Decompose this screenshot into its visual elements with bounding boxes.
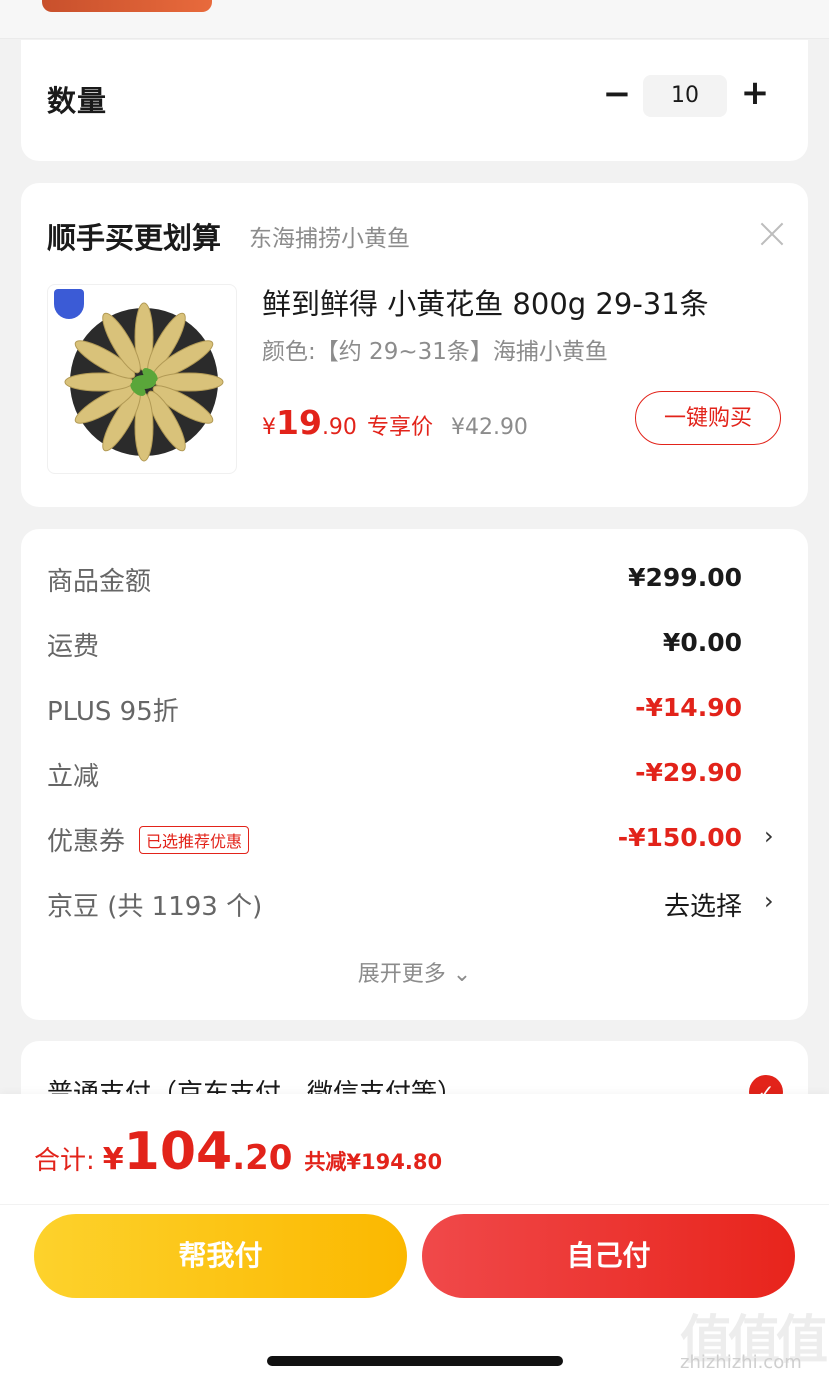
total-decimal: .20: [232, 1138, 293, 1178]
total-currency: ¥: [102, 1142, 124, 1177]
plus-discount-label: PLUS 95折: [47, 697, 179, 727]
jingdou-label: 京豆 (共 1193 个): [47, 892, 263, 922]
quantity-card: 数量 − 10 +: [21, 40, 808, 161]
previous-thumbnail: [42, 0, 212, 12]
quantity-plus-button[interactable]: +: [739, 70, 771, 116]
brand-badge-icon: [54, 289, 84, 319]
jingdou-select[interactable]: 去选择: [664, 886, 742, 923]
total-savings: 共减¥194.80: [304, 1150, 443, 1174]
subtotal-label: 商品金额: [47, 567, 152, 597]
instant-discount-value: -¥29.90: [635, 758, 742, 787]
home-indicator[interactable]: [267, 1356, 563, 1366]
total-label: 合计:: [34, 1146, 95, 1176]
price-integer: 19: [276, 403, 322, 442]
expand-more-button[interactable]: 展开更多 ⌄: [21, 956, 808, 988]
price-decimal: .90: [321, 415, 357, 440]
product-price: ¥19.90 专享价 ¥42.90: [262, 403, 528, 442]
price-tag: 专享价: [366, 415, 433, 440]
original-price: ¥42.90: [450, 415, 528, 440]
quantity-minus-button[interactable]: −: [601, 72, 633, 116]
help-me-pay-button[interactable]: 帮我付: [34, 1214, 407, 1298]
coupon-row[interactable]: 优惠券 已选推荐优惠: [47, 821, 250, 858]
recommendation-subtitle: 东海捕捞小黄鱼: [249, 226, 410, 252]
order-total: 合计: ¥104.20 共减¥194.80: [34, 1122, 442, 1182]
product-name[interactable]: 鲜到鲜得 小黄花鱼 800g 29-31条: [262, 281, 709, 323]
previous-section-peek: [0, 0, 829, 39]
checkout-bar: 合计: ¥104.20 共减¥194.80 帮我付 自己付 值值值 zhizhizh…: [0, 1094, 829, 1383]
total-integer: 104: [123, 1122, 233, 1182]
close-icon[interactable]: [759, 221, 785, 247]
recommendation-card: 顺手买更划算 东海捕捞小黄鱼 鲜到鲜得 小黄花鱼 800g 29-31条 颜色:…: [21, 183, 808, 507]
jingdou-chevron-right-icon[interactable]: ›: [764, 887, 774, 915]
shipping-value: ¥0.00: [662, 628, 742, 657]
shipping-label: 运费: [47, 632, 100, 662]
instant-discount-label: 立减: [47, 762, 100, 792]
subtotal-value: ¥299.00: [628, 563, 742, 592]
coupon-value[interactable]: -¥150.00: [618, 823, 742, 852]
plus-discount-value: -¥14.90: [635, 693, 742, 722]
pay-myself-button[interactable]: 自己付: [422, 1214, 795, 1298]
one-click-buy-button[interactable]: 一键购买: [635, 391, 781, 445]
product-image[interactable]: [47, 284, 237, 474]
divider: [0, 1204, 829, 1205]
watermark-text: zhizhizhi.com: [680, 1352, 802, 1373]
quantity-input[interactable]: 10: [643, 75, 727, 117]
recommendation-title: 顺手买更划算: [47, 221, 222, 255]
product-spec: 颜色:【约 29~31条】海捕小黄鱼: [262, 339, 608, 365]
price-details-card: 商品金额 ¥299.00 运费 ¥0.00 PLUS 95折 -¥14.90 立…: [21, 529, 808, 1020]
coupon-chevron-right-icon[interactable]: ›: [764, 822, 774, 850]
price-currency: ¥: [262, 415, 276, 440]
quantity-label: 数量: [47, 84, 108, 118]
coupon-badge: 已选推荐优惠: [139, 825, 250, 854]
coupon-label: 优惠券: [47, 827, 126, 857]
